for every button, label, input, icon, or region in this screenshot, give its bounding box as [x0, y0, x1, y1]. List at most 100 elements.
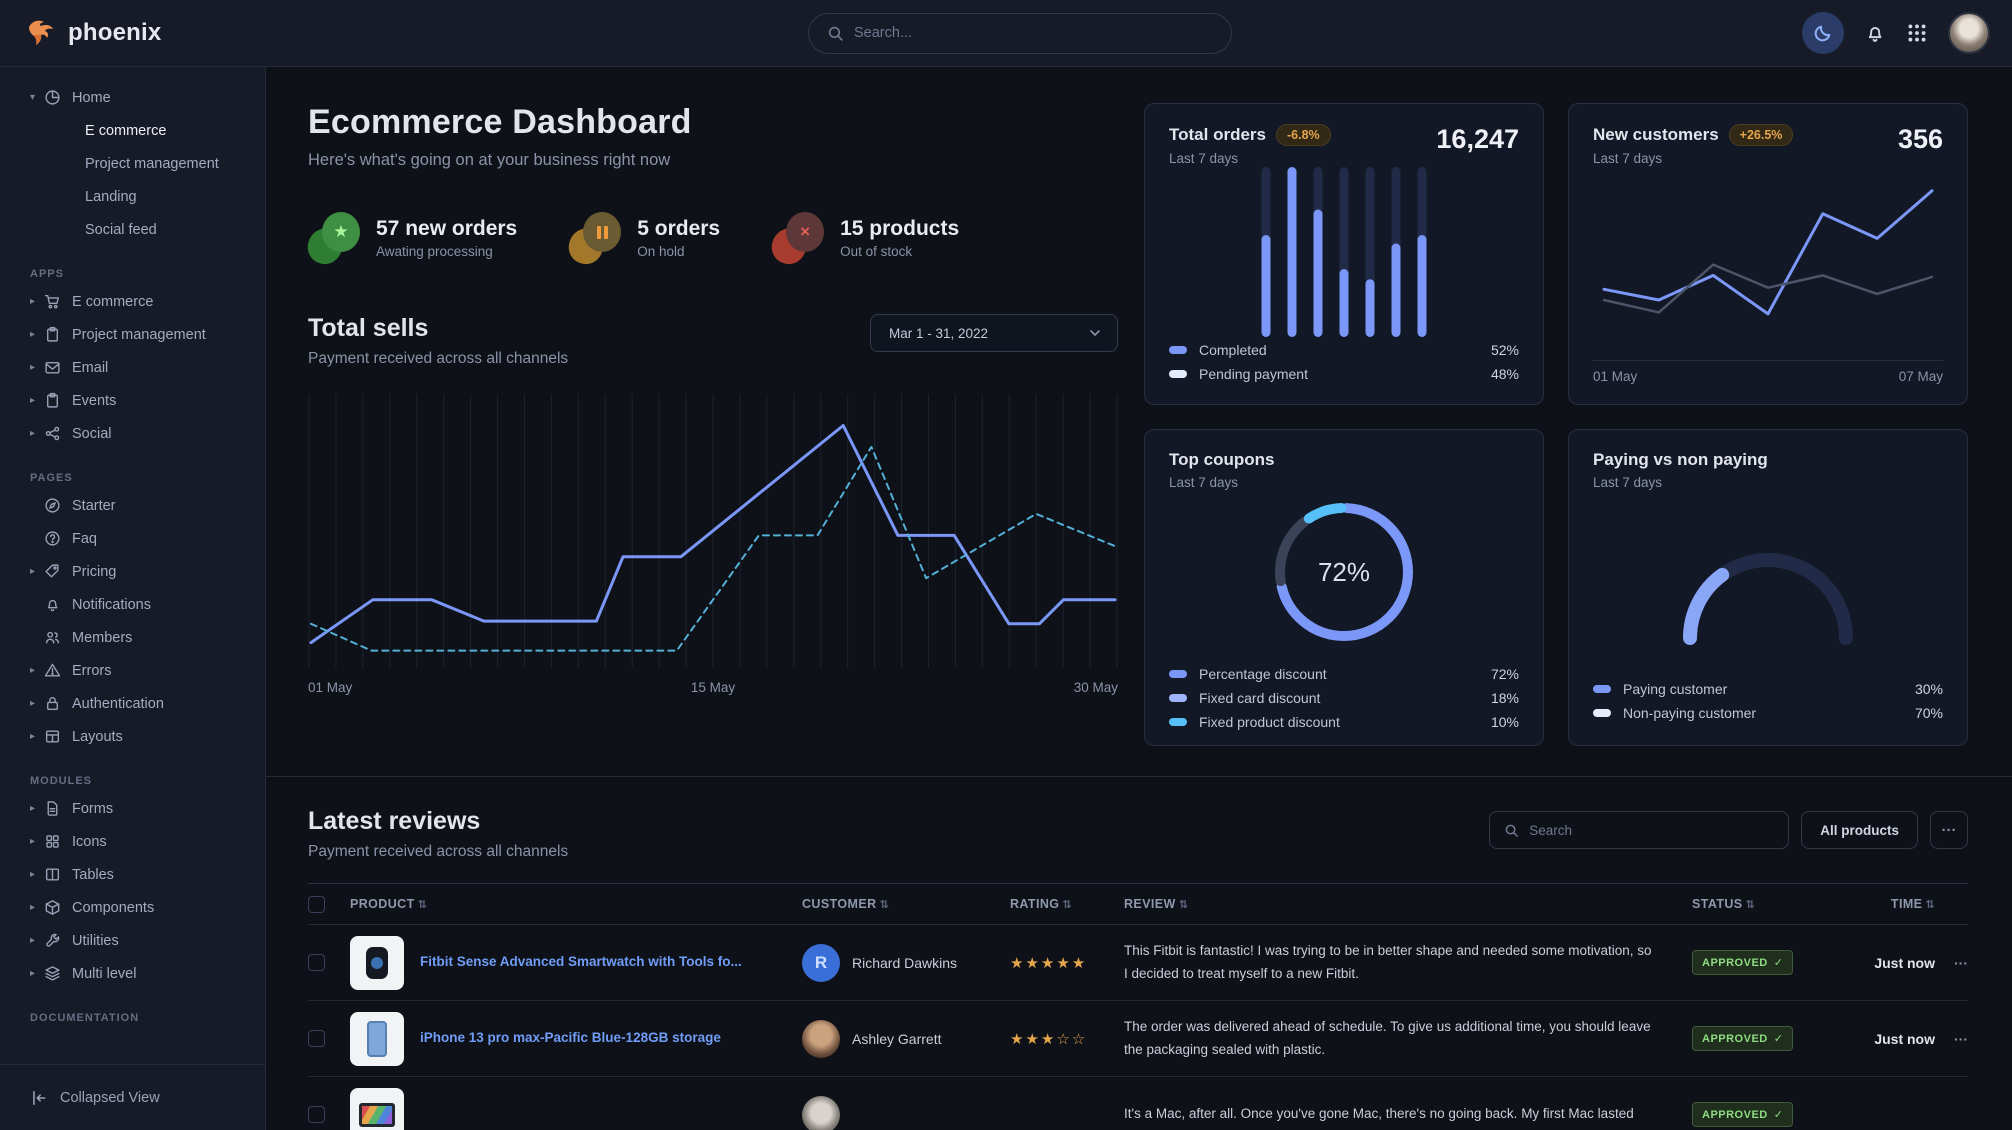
sidebar-item-icons[interactable]: ▸ Icons [0, 825, 265, 858]
caret-right-icon: ▸ [30, 296, 44, 307]
total-orders-legend: Completed52%Pending payment48% [1169, 338, 1519, 386]
check-icon: ✓ [1774, 956, 1784, 969]
wrench-icon [44, 932, 61, 949]
column-header-rating[interactable]: RATING⇅ [1010, 897, 1124, 911]
caret-right-icon: ▸ [30, 566, 44, 577]
total-sells-subtitle: Payment received across all channels [308, 350, 568, 368]
select-all-checkbox[interactable] [308, 896, 325, 913]
sidebar-item-notifications[interactable]: Notifications [0, 588, 265, 621]
sidebar-item-social[interactable]: ▸Social [0, 417, 265, 450]
reviews-menu-button[interactable]: ··· [1930, 811, 1968, 849]
layers-icon [44, 965, 61, 982]
column-header-product[interactable]: PRODUCT⇅ [350, 897, 802, 911]
legend-label: Completed [1199, 342, 1267, 358]
card-title: Total orders [1169, 125, 1266, 145]
sidebar-subitem-label: Project management [85, 156, 219, 172]
sidebar-section-documentation: DOCUMENTATION [0, 1012, 265, 1029]
paying-gauge-chart [1593, 490, 1943, 677]
grid4-icon [44, 833, 61, 850]
sidebar-item-layouts[interactable]: ▸Layouts [0, 720, 265, 753]
column-header-status[interactable]: STATUS⇅ [1692, 897, 1840, 911]
row-checkbox[interactable] [308, 1030, 325, 1047]
sort-icon: ⇅ [880, 899, 890, 911]
latest-reviews-section: Latest reviews Payment received across a… [266, 776, 2012, 1130]
sidebar-item-tables[interactable]: ▸Tables [0, 858, 265, 891]
stat-label: Out of stock [840, 244, 959, 259]
rating-stars: ★★★☆☆ [1010, 1030, 1124, 1048]
sidebar-item-e-commerce[interactable]: ▸E commerce [0, 285, 265, 318]
sidebar-item-label: Notifications [72, 597, 151, 613]
sidebar-item-components[interactable]: ▸Components [0, 891, 265, 924]
sidebar-subitem-label: Social feed [85, 222, 157, 238]
search-input[interactable] [854, 25, 1213, 41]
sort-icon: ⇅ [418, 899, 428, 911]
sidebar-item-email[interactable]: ▸Email [0, 351, 265, 384]
sidebar-subitem-landing[interactable]: Landing [0, 180, 265, 213]
sidebar-item-label: Project management [72, 327, 206, 343]
reviews-search-input[interactable] [1529, 823, 1774, 838]
sidebar-item-label: Forms [72, 801, 113, 817]
sidebar-subitem-project-management[interactable]: Project management [0, 147, 265, 180]
apps-menu-button[interactable] [1906, 22, 1928, 44]
product-link[interactable]: Fitbit Sense Advanced Smartwatch with To… [420, 953, 742, 972]
pause-icon [597, 226, 608, 239]
sidebar-item-forms[interactable]: ▸Forms [0, 792, 265, 825]
legend-swatch [1593, 685, 1611, 693]
sidebar-subitem-social-feed[interactable]: Social feed [0, 213, 265, 246]
row-menu-button[interactable]: ··· [1935, 1031, 1968, 1047]
brand[interactable]: phoenix [0, 17, 161, 49]
global-search[interactable] [808, 13, 1232, 54]
sidebar-item-starter[interactable]: Starter [0, 489, 265, 522]
row-checkbox[interactable] [308, 954, 325, 971]
paying-legend: Paying customer30%Non-paying customer70% [1593, 677, 1943, 725]
row-checkbox[interactable] [308, 1106, 325, 1123]
sidebar-section-modules: MODULES▸Forms▸Icons▸Tables▸Components▸Ut… [0, 775, 265, 990]
sidebar-item-pricing[interactable]: ▸Pricing [0, 555, 265, 588]
sidebar-item-multi-level[interactable]: ▸Multi level [0, 957, 265, 990]
sidebar-item-project-management[interactable]: ▸Project management [0, 318, 265, 351]
sidebar-item-events[interactable]: ▸Events [0, 384, 265, 417]
all-products-button[interactable]: All products [1801, 811, 1918, 849]
sidebar-item-label: Errors [72, 663, 111, 679]
reviews-subtitle: Payment received across all channels [308, 843, 568, 861]
column-header-time[interactable]: TIME⇅ [1840, 897, 1935, 911]
product-link[interactable]: iPhone 13 pro max-Pacific Blue-128GB sto… [420, 1029, 721, 1048]
column-header-review[interactable]: REVIEW⇅ [1124, 897, 1692, 911]
review-time: Just now [1840, 955, 1935, 971]
user-avatar[interactable] [1948, 12, 1990, 54]
legend-row: Non-paying customer70% [1593, 701, 1943, 725]
collapse-sidebar-button[interactable]: Collapsed View [0, 1064, 265, 1130]
new-customers-chart [1593, 166, 1943, 356]
stat-on-hold: 5 ordersOn hold [569, 212, 720, 264]
reviews-search[interactable] [1489, 811, 1789, 849]
review-table-row: iPhone 13 pro max-Pacific Blue-128GB sto… [308, 1001, 1968, 1077]
sidebar-item-label: Icons [72, 834, 107, 850]
card-period: Last 7 days [1593, 151, 1793, 166]
status-label: APPROVED [1702, 1033, 1768, 1045]
caret-right-icon: ▸ [30, 836, 44, 847]
sidebar-item-home[interactable]: ▾Home [0, 81, 265, 114]
sidebar-section: ▾HomeE commerce Project management Landing… [0, 81, 265, 246]
stat-value: 5 orders [637, 217, 720, 241]
caret-right-icon: ▸ [30, 665, 44, 676]
legend-swatch [1169, 670, 1187, 678]
sidebar-subitem-label: Landing [85, 189, 137, 205]
sidebar-subitem-e-commerce[interactable]: E commerce [0, 114, 265, 147]
page-subtitle: Here's what's going on at your business … [308, 151, 1118, 170]
sidebar-item-authentication[interactable]: ▸Authentication [0, 687, 265, 720]
reviews-title: Latest reviews [308, 807, 568, 836]
sidebar-item-utilities[interactable]: ▸Utilities [0, 924, 265, 957]
row-menu-button[interactable]: ··· [1935, 955, 1968, 971]
total-sells-x-axis: 01 May 15 May 30 May [308, 680, 1118, 695]
notifications-button[interactable] [1864, 22, 1886, 44]
customer-name: Ashley Garrett [852, 1031, 941, 1047]
date-range-select[interactable]: Mar 1 - 31, 2022 [870, 314, 1118, 352]
total-sells-chart [308, 390, 1118, 672]
legend-label: Fixed card discount [1199, 690, 1320, 706]
column-header-customer[interactable]: CUSTOMER⇅ [802, 897, 1010, 911]
sidebar-item-faq[interactable]: Faq [0, 522, 265, 555]
sidebar-item-members[interactable]: Members [0, 621, 265, 654]
sort-icon: ⇅ [1925, 899, 1935, 911]
theme-toggle-button[interactable] [1802, 12, 1844, 54]
sidebar-item-errors[interactable]: ▸ Errors [0, 654, 265, 687]
